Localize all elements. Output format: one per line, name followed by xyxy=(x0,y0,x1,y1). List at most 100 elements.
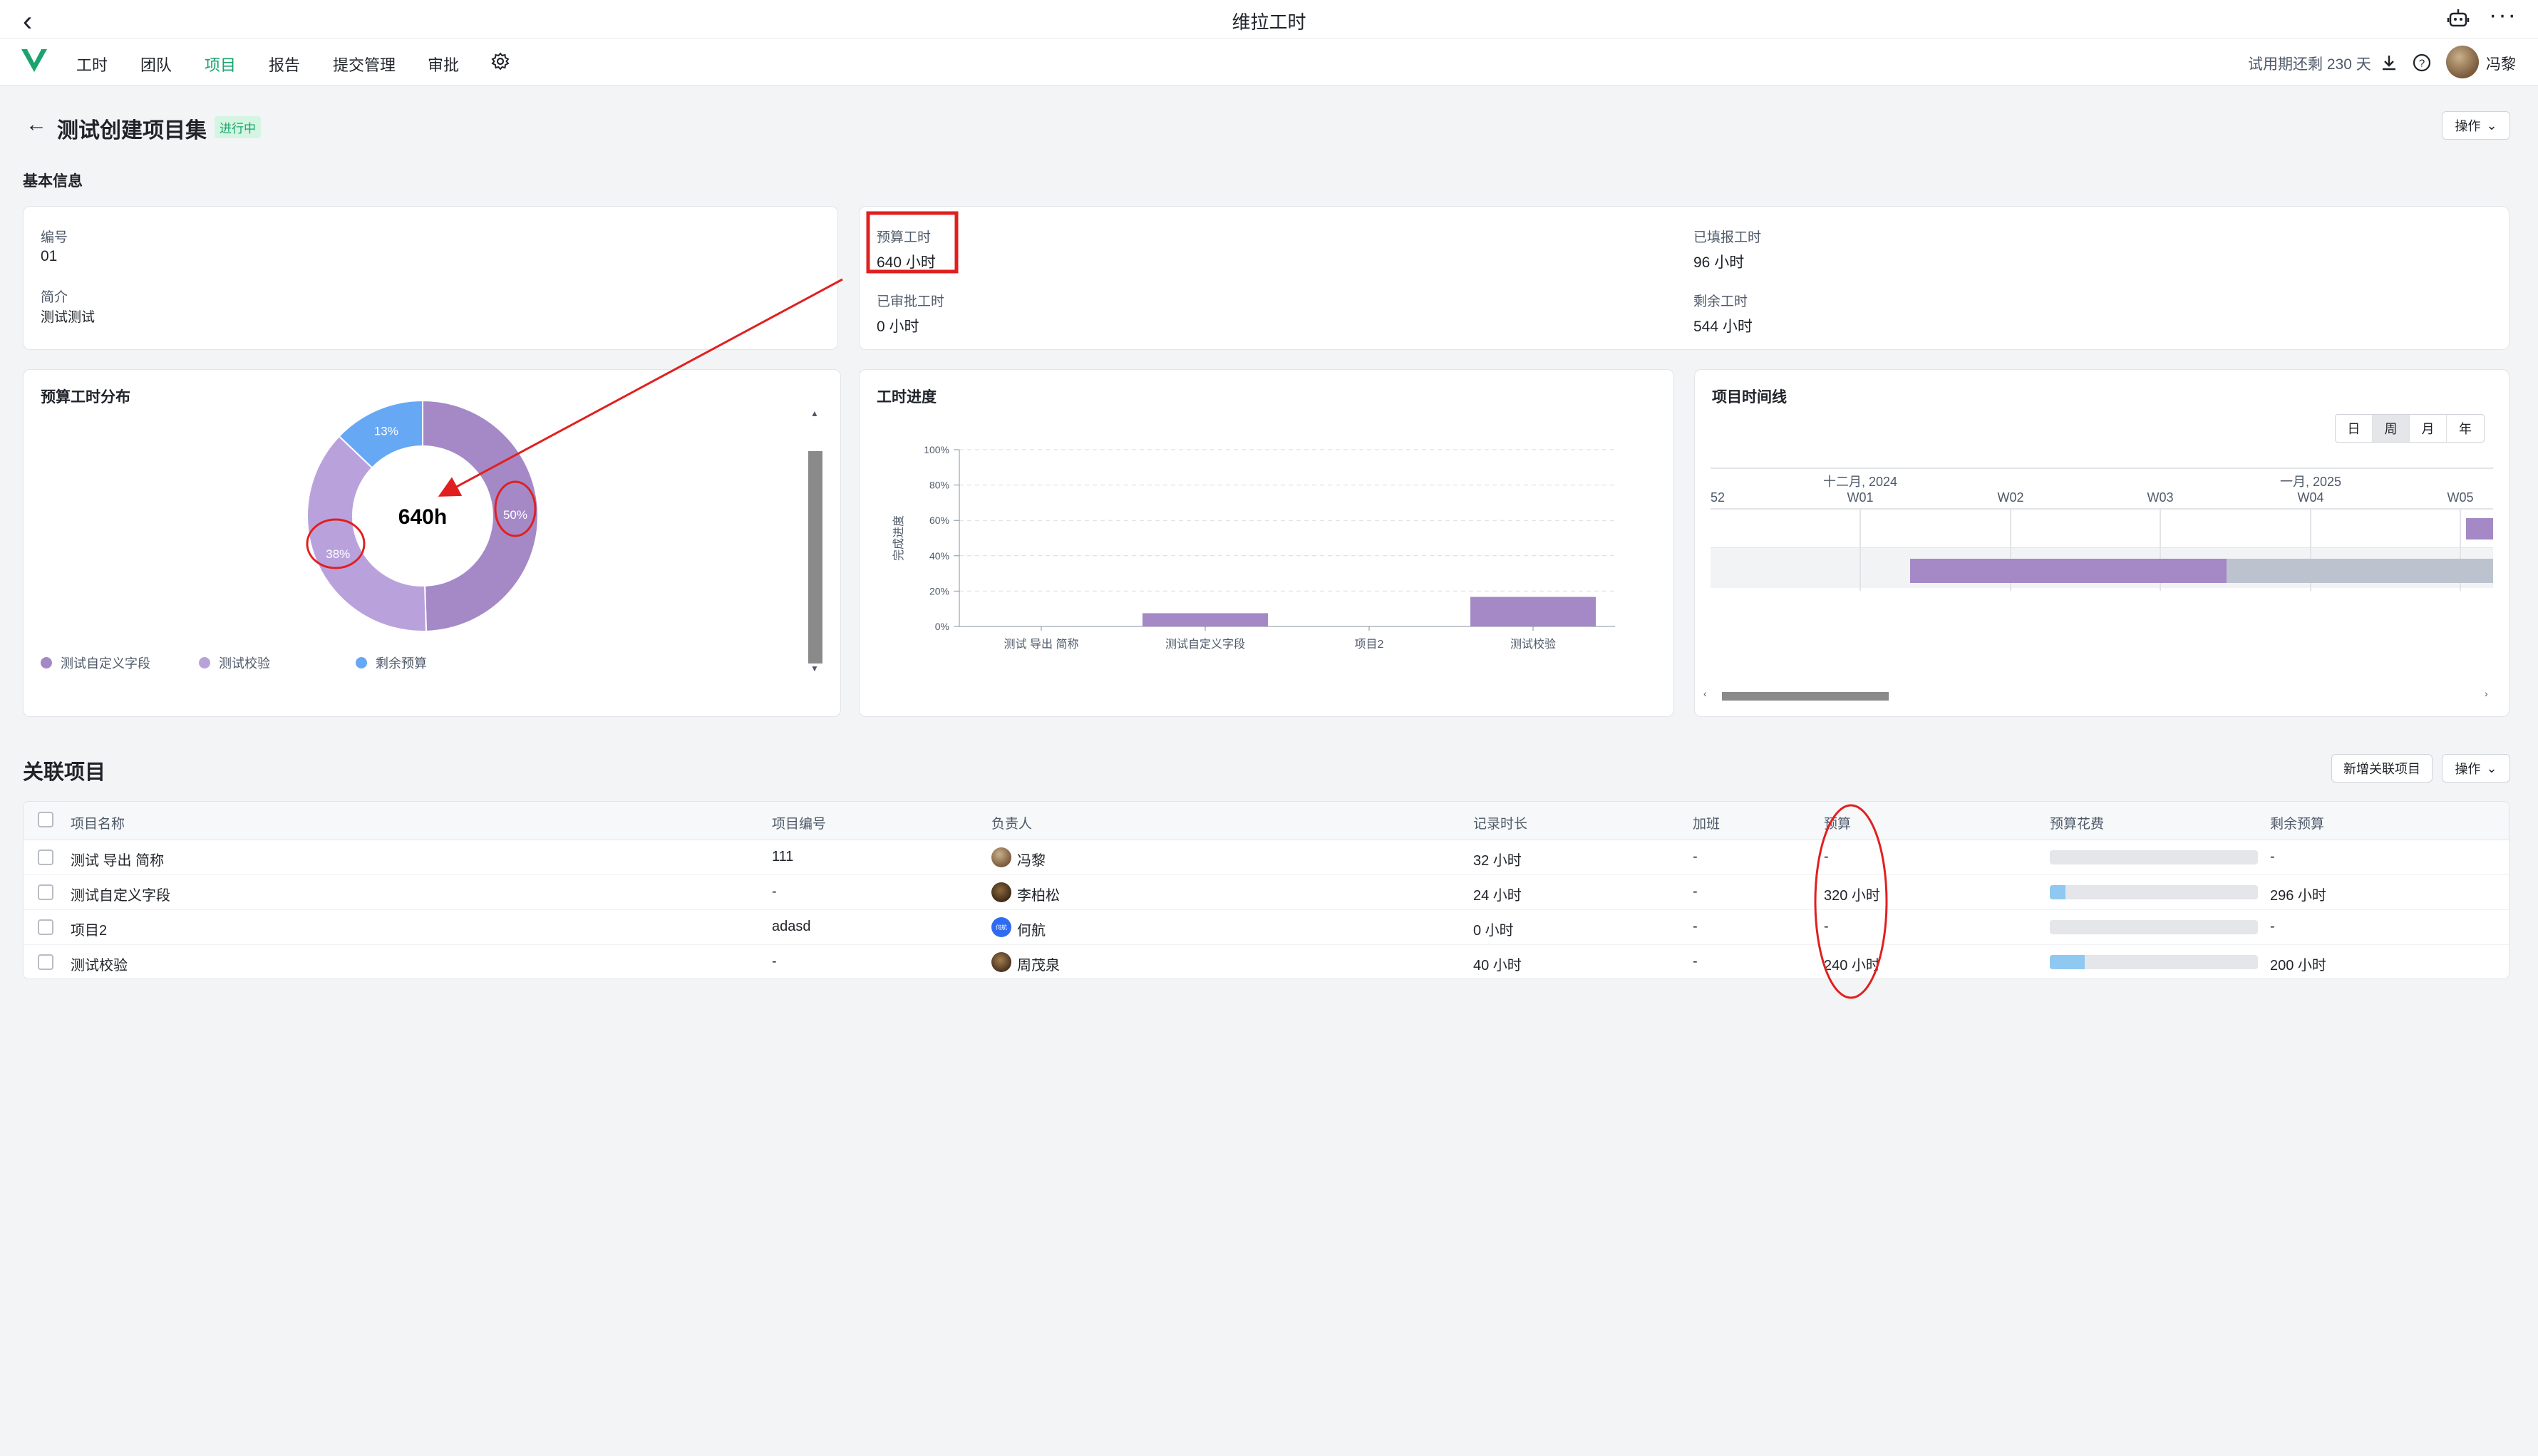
owner-name: 冯黎 xyxy=(1017,853,1046,869)
related-projects-table: 项目名称 项目编号 负责人 记录时长 加班 预算 预算花费 剩余预算 测试 导出… xyxy=(23,801,2509,979)
owner-avatar xyxy=(991,952,1011,972)
nav-item-team[interactable]: 团队 xyxy=(140,53,172,76)
budget-hours-value: 640 小时 xyxy=(877,254,936,271)
scroll-down-arrow-icon[interactable]: ▼ xyxy=(810,664,819,673)
row-checkbox[interactable] xyxy=(38,954,53,970)
scroll-up-arrow-icon[interactable]: ▲ xyxy=(810,408,819,418)
remaining-budget: - xyxy=(2270,849,2275,864)
budget-spent-bar xyxy=(2050,920,2258,934)
owner-name: 何航 xyxy=(1017,923,1046,939)
timeline-week-label: W03 xyxy=(2147,490,2173,505)
owner-name: 李柏松 xyxy=(1017,888,1060,904)
user-avatar[interactable] xyxy=(2446,46,2479,78)
app-logo-icon[interactable] xyxy=(20,47,48,78)
column-header-logged[interactable]: 记录时长 xyxy=(1473,813,1527,832)
table-row[interactable]: 测试 导出 简称 111 冯黎 32 小时 - - - xyxy=(24,840,2509,875)
remaining-budget: - xyxy=(2270,919,2275,934)
y-tick-label: 20% xyxy=(929,585,949,597)
overtime: - xyxy=(1693,849,1698,864)
budget-spent-bar xyxy=(2050,955,2258,969)
nav-item-reports[interactable]: 报告 xyxy=(269,53,300,76)
horizontal-scrollbar-thumb[interactable] xyxy=(1722,692,1889,701)
legend-dot xyxy=(199,657,210,668)
project-name[interactable]: 测试自定义字段 xyxy=(71,884,170,904)
legend-item-custom-field[interactable]: 测试自定义字段 xyxy=(41,654,150,672)
section-basic-info: 基本信息 xyxy=(23,173,83,190)
project-name[interactable]: 测试校验 xyxy=(71,954,128,974)
table-header: 项目名称 项目编号 负责人 记录时长 加班 预算 预算花费 剩余预算 xyxy=(24,802,2509,840)
table-row[interactable]: 测试自定义字段 - 李柏松 24 小时 - 320 小时 296 小时 xyxy=(24,875,2509,910)
logged-hours: 32 小时 xyxy=(1473,853,1522,869)
chevron-down-icon: ⌄ xyxy=(2486,760,2497,775)
legend-label: 测试校验 xyxy=(219,656,270,671)
budget-spent-bar xyxy=(2050,885,2258,899)
vertical-scrollbar-thumb[interactable] xyxy=(808,451,822,664)
window-titlebar: ‹ 维拉工时 ··· xyxy=(0,0,2538,38)
page-title: 测试创建项目集 xyxy=(57,119,207,143)
filled-hours-label: 已填报工时 xyxy=(1693,230,1762,245)
project-name[interactable]: 项目2 xyxy=(71,919,107,939)
top-navbar: 工时 团队 项目 报告 提交管理 审批 试用期还剩 230 天 ? 冯黎 xyxy=(0,38,2538,86)
nav-item-projects[interactable]: 项目 xyxy=(205,53,236,76)
budget: - xyxy=(1824,849,1829,864)
y-axis-label: 完成进度 xyxy=(892,515,905,561)
overtime: - xyxy=(1693,919,1698,934)
progress-bar-chart: 0% 20% 40% 60% 80% 100% 完成进度测试 导出 简称 测试自定义字段 项目2… xyxy=(892,444,1615,651)
column-header-owner[interactable]: 负责人 xyxy=(991,813,1032,832)
add-related-project-label: 新增关联项目 xyxy=(2343,762,2420,776)
table-row[interactable]: 测试校验 - 周茂泉 40 小时 - 240 小时 200 小时 xyxy=(24,945,2509,979)
row-checkbox[interactable] xyxy=(38,884,53,900)
budget-spent-fill xyxy=(2050,885,2065,899)
related-action-button[interactable]: 操作 ⌄ xyxy=(2442,754,2510,783)
table-row[interactable]: 项目2 adasd 何航 何航 0 小时 - - - xyxy=(24,910,2509,945)
x-tick-label: 测试校验 xyxy=(1510,638,1556,651)
project-code: - xyxy=(772,954,777,969)
budget: 240 小时 xyxy=(1824,958,1880,974)
more-icon[interactable]: ··· xyxy=(2489,1,2517,29)
progress-bar xyxy=(1470,597,1596,626)
legend-dot xyxy=(41,657,52,668)
timeline-month-label: 一月, 2025 xyxy=(2280,475,2341,489)
owner-avatar xyxy=(991,882,1011,902)
logged-hours: 40 小时 xyxy=(1473,958,1522,974)
header-action-label: 操作 xyxy=(2455,119,2481,133)
scroll-right-arrow-icon[interactable]: › xyxy=(2485,688,2488,699)
code-value: 01 xyxy=(41,248,58,264)
legend-dot xyxy=(356,657,367,668)
row-checkbox[interactable] xyxy=(38,919,53,935)
legend-item-remaining[interactable]: 剩余预算 xyxy=(356,654,427,672)
add-related-project-button[interactable]: 新增关联项目 xyxy=(2331,754,2433,783)
related-projects-title: 关联项目 xyxy=(23,761,106,784)
nav-item-approval[interactable]: 审批 xyxy=(428,53,459,76)
legend-item-validation[interactable]: 测试校验 xyxy=(199,654,270,672)
scroll-left-arrow-icon[interactable]: ‹ xyxy=(1703,688,1707,699)
donut-slice xyxy=(306,435,428,632)
project-name[interactable]: 测试 导出 简称 xyxy=(71,849,164,869)
y-tick-label: 80% xyxy=(929,480,949,491)
remaining-budget: 296 小时 xyxy=(2270,888,2326,904)
legend-label: 测试自定义字段 xyxy=(61,656,150,671)
robot-icon[interactable] xyxy=(2446,6,2470,34)
remaining-hours-label: 剩余工时 xyxy=(1693,294,1748,309)
project-code: - xyxy=(772,884,777,899)
header-action-button[interactable]: 操作 ⌄ xyxy=(2442,111,2510,140)
settings-gear-icon[interactable] xyxy=(490,51,510,75)
help-icon[interactable]: ? xyxy=(2412,53,2432,76)
related-action-label: 操作 xyxy=(2455,762,2481,776)
download-icon[interactable] xyxy=(2379,53,2399,76)
column-header-remaining-budget[interactable]: 剩余预算 xyxy=(2270,813,2324,832)
timeline-week-label: W05 xyxy=(2447,490,2473,505)
column-header-code[interactable]: 项目编号 xyxy=(772,813,826,832)
select-all-checkbox[interactable] xyxy=(38,812,53,827)
budget-spent-fill xyxy=(2050,955,2085,969)
nav-item-timesheet[interactable]: 工时 xyxy=(76,53,108,76)
y-tick-label: 0% xyxy=(935,621,949,632)
column-header-overtime[interactable]: 加班 xyxy=(1693,813,1720,832)
timeline-chart: 十二月, 2024 一月, 2025 52 W01 W02 W03 W04 W0… xyxy=(1711,468,2493,591)
page-back-arrow-icon[interactable]: ← xyxy=(26,113,47,137)
column-header-budget-spent[interactable]: 预算花费 xyxy=(2050,813,2104,832)
row-checkbox[interactable] xyxy=(38,850,53,865)
nav-item-submissions[interactable]: 提交管理 xyxy=(333,53,396,76)
column-header-budget[interactable]: 预算 xyxy=(1824,813,1851,832)
column-header-name[interactable]: 项目名称 xyxy=(71,813,125,832)
